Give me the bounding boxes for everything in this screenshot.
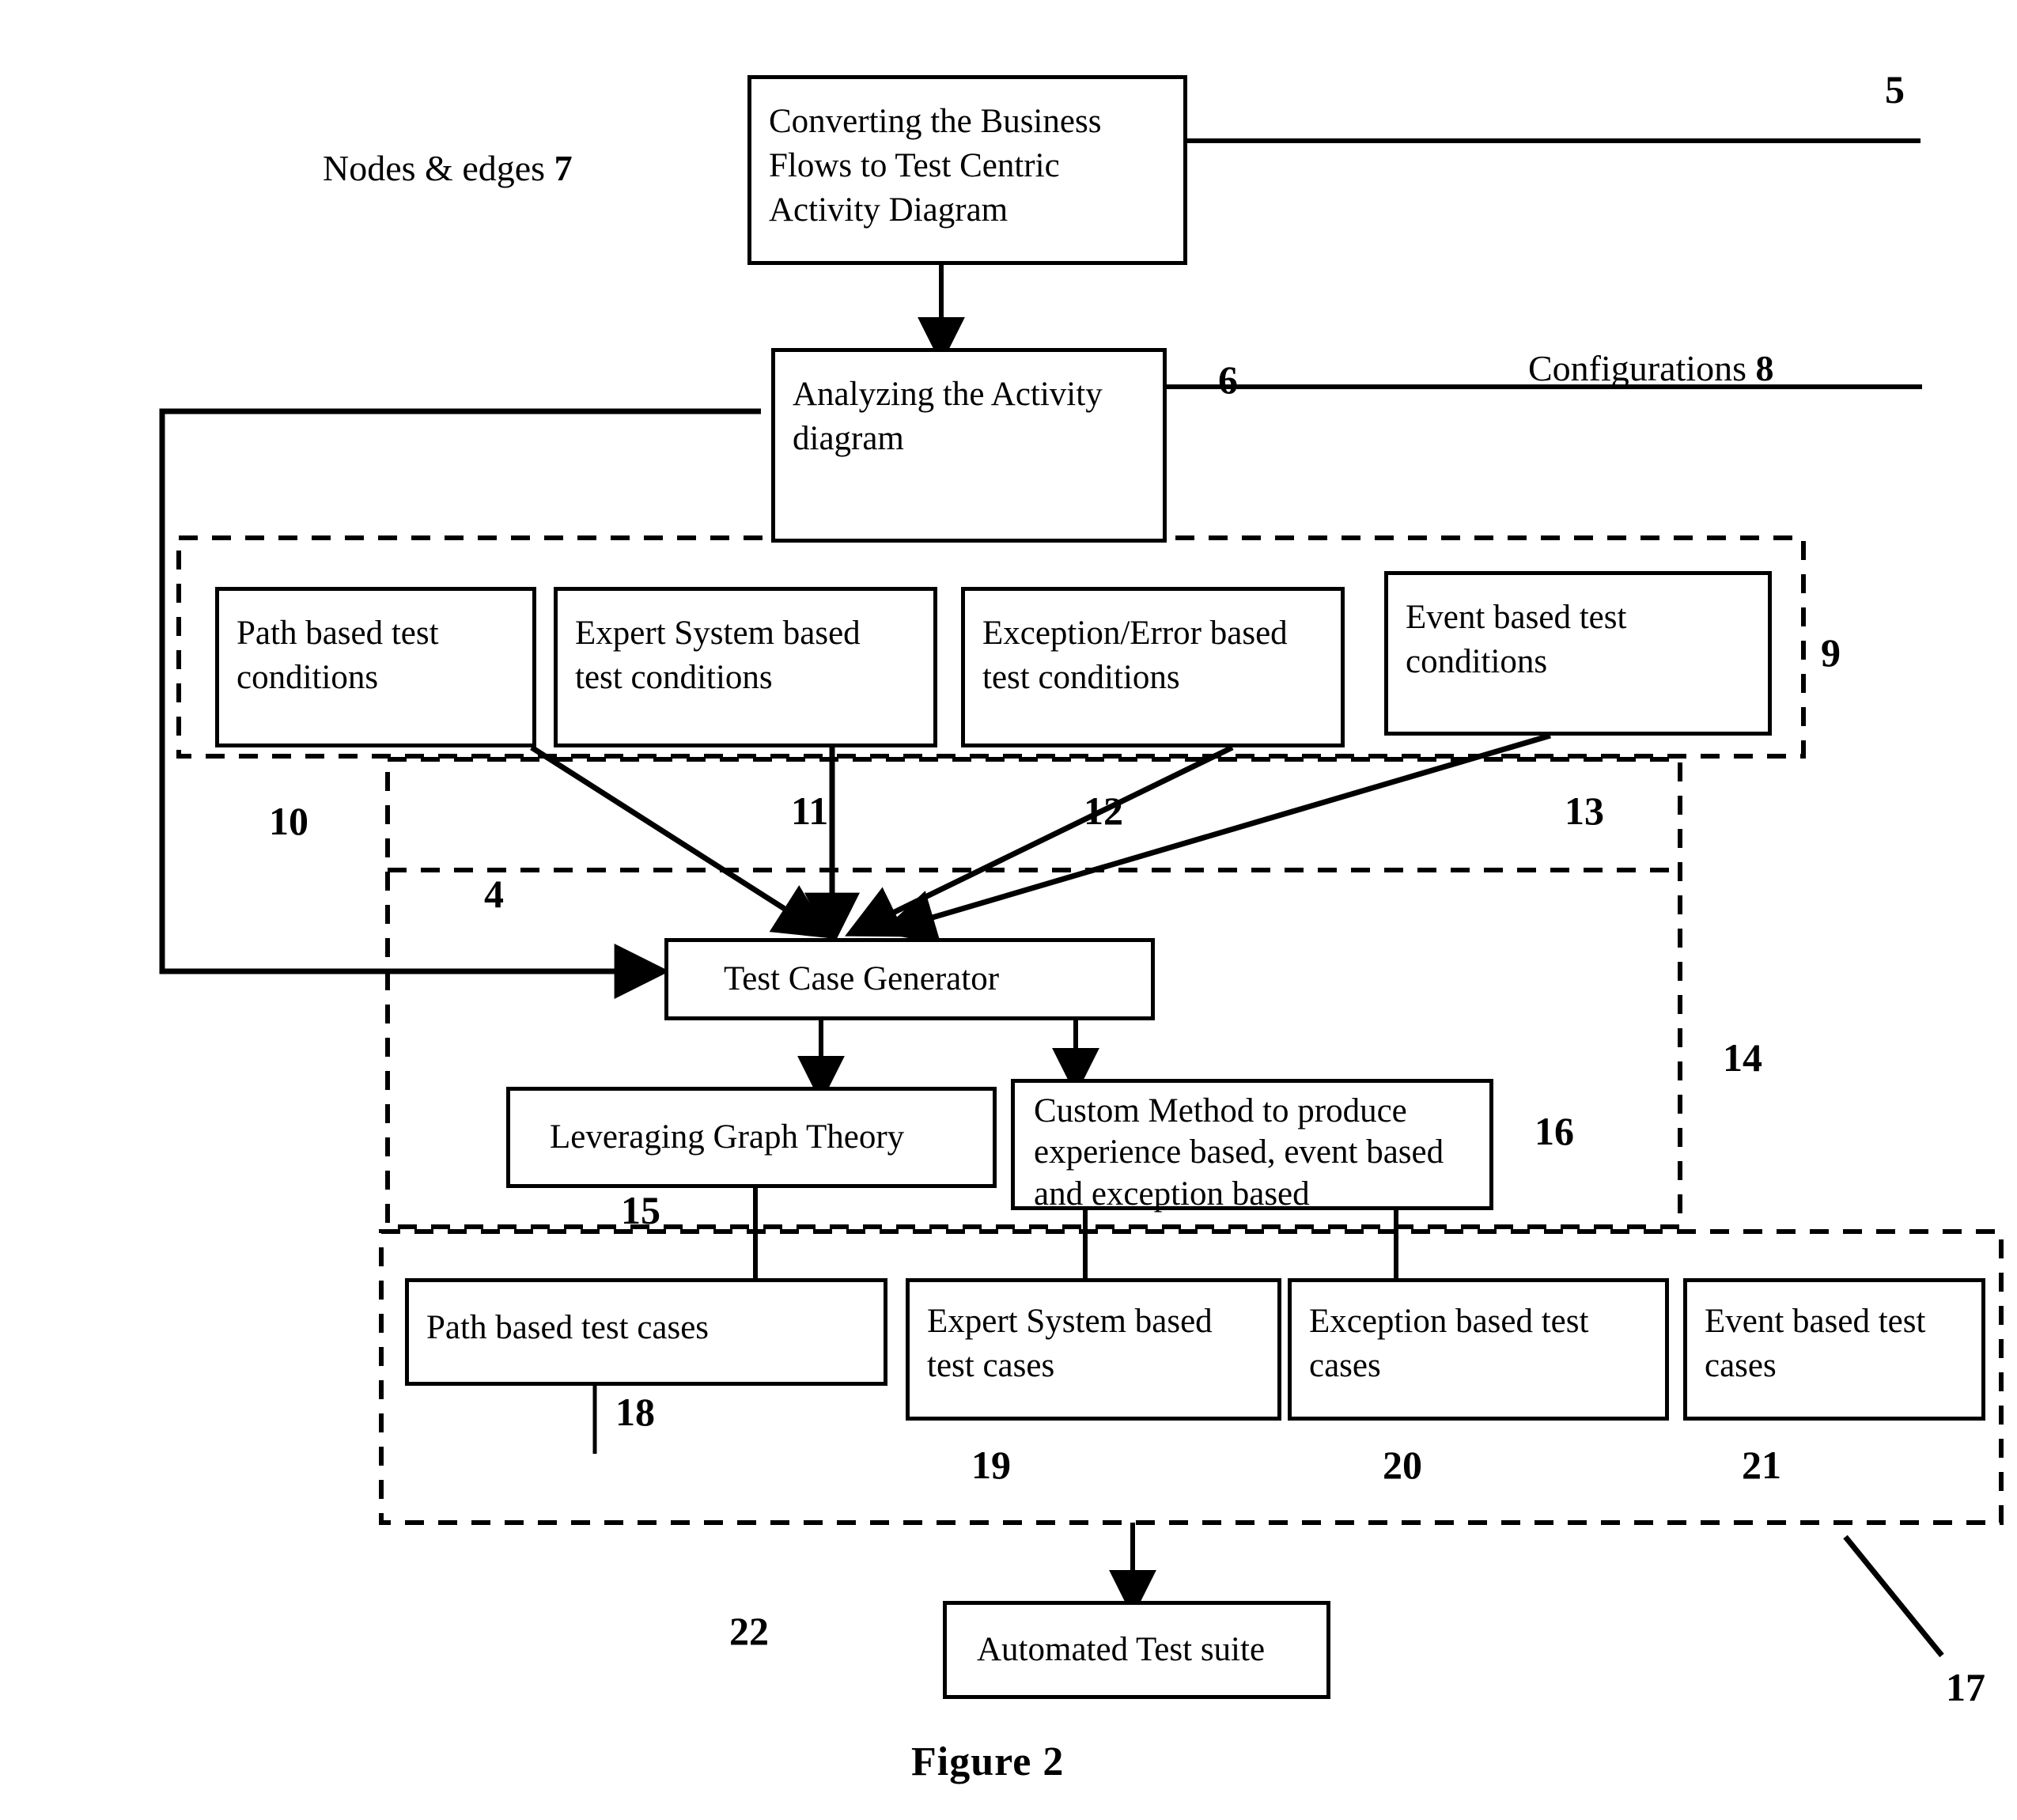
figure-caption: Figure 2 bbox=[911, 1739, 1065, 1784]
box-automated-test-suite[interactable]: Automated Test suite bbox=[943, 1601, 1330, 1699]
ref-10: 10 bbox=[269, 799, 308, 843]
box-event-based-test-cases[interactable]: Event based test cases bbox=[1683, 1278, 1985, 1421]
box-exception-error-based-test-conditions[interactable]: Exception/Error based test conditions bbox=[961, 587, 1345, 747]
box-exception-based-test-cases[interactable]: Exception based test cases bbox=[1288, 1278, 1669, 1421]
ref-11: 11 bbox=[791, 789, 829, 833]
ref-18: 18 bbox=[615, 1390, 655, 1434]
box-exception-cond-label: Exception/Error based test conditions bbox=[982, 615, 1288, 696]
ref-6: 6 bbox=[1218, 358, 1238, 402]
box-exception-cases-label: Exception based test cases bbox=[1309, 1303, 1589, 1384]
box-leveraging-graph-theory[interactable]: Leveraging Graph Theory bbox=[506, 1087, 997, 1188]
ref-20: 20 bbox=[1383, 1443, 1422, 1487]
arrow-cond-event-to-generator bbox=[880, 732, 1551, 944]
box-event-cond-label: Event based test conditions bbox=[1406, 599, 1627, 680]
nodes-edges-text: Nodes & edges bbox=[323, 148, 546, 188]
ref-15: 15 bbox=[621, 1188, 660, 1232]
connector-layer bbox=[159, 138, 2004, 1658]
box-test-case-generator[interactable]: Test Case Generator bbox=[664, 938, 1155, 1020]
arrow-cond-exception-to-generator bbox=[845, 744, 1234, 937]
box-generator-label: Test Case Generator bbox=[724, 960, 1000, 998]
nodes-edges-ref: 7 bbox=[554, 148, 573, 188]
box-expert-system-based-test-conditions[interactable]: Expert System based test conditions bbox=[554, 587, 937, 747]
box-path-based-test-conditions[interactable]: Path based test conditions bbox=[215, 587, 536, 747]
ref-13: 13 bbox=[1565, 789, 1604, 833]
ref-12: 12 bbox=[1084, 789, 1123, 833]
configurations-text: Configurations bbox=[1528, 348, 1746, 388]
box-expert-system-based-test-cases[interactable]: Expert System based test cases bbox=[906, 1278, 1281, 1421]
configurations-label: Configurations 8 bbox=[1528, 350, 1773, 387]
arrow-cond-path-to-generator bbox=[530, 745, 831, 939]
box-expert-cases-label: Expert System based test cases bbox=[927, 1303, 1213, 1384]
ref-5: 5 bbox=[1885, 67, 1905, 112]
ref-21: 21 bbox=[1742, 1443, 1781, 1487]
box-analyzing-label: Analyzing the Activity diagram bbox=[793, 376, 1103, 457]
box-expert-cond-label: Expert System based test conditions bbox=[575, 615, 861, 696]
nodes-edges-label: Nodes & edges 7 bbox=[323, 150, 573, 187]
box-custom-method[interactable]: Custom Method to produce experience base… bbox=[1011, 1079, 1493, 1213]
ref-16: 16 bbox=[1535, 1109, 1574, 1153]
box-event-cases-label: Event based test cases bbox=[1705, 1303, 1926, 1384]
box-path-based-test-cases[interactable]: Path based test cases bbox=[405, 1278, 887, 1386]
box-graph-theory-label: Leveraging Graph Theory bbox=[550, 1118, 905, 1156]
box-path-cond-label: Path based test conditions bbox=[237, 615, 439, 696]
ref-22: 22 bbox=[729, 1609, 769, 1653]
ref-14: 14 bbox=[1723, 1035, 1762, 1080]
box-event-based-test-conditions[interactable]: Event based test conditions bbox=[1384, 571, 1772, 736]
box-custom-method-label: Custom Method to produce experience base… bbox=[1034, 1092, 1444, 1213]
figure-canvas: Nodes & edges 7 Configurations 8 Convert… bbox=[0, 0, 2017, 1820]
box-converting-label: Converting the Business Flows to Test Ce… bbox=[769, 103, 1102, 229]
configurations-ref: 8 bbox=[1755, 348, 1774, 388]
box-analyzing-activity-diagram[interactable]: Analyzing the Activity diagram bbox=[771, 348, 1167, 543]
box-path-cases-label: Path based test cases bbox=[426, 1309, 710, 1346]
box-suite-label: Automated Test suite bbox=[977, 1631, 1266, 1669]
box-converting-business-flows[interactable]: Converting the Business Flows to Test Ce… bbox=[747, 75, 1187, 265]
lead-line-17 bbox=[1843, 1534, 1944, 1658]
ref-4: 4 bbox=[484, 872, 504, 916]
ref-17: 17 bbox=[1946, 1665, 1985, 1709]
ref-9: 9 bbox=[1821, 630, 1841, 675]
ref-19: 19 bbox=[971, 1443, 1011, 1487]
